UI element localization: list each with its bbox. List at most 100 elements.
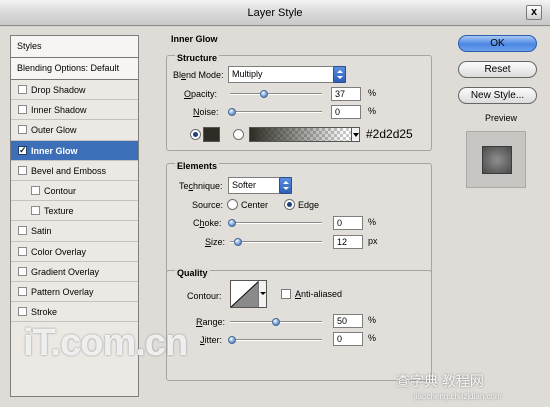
- style-item-contour[interactable]: Contour: [11, 181, 138, 202]
- contour-picker[interactable]: [230, 280, 267, 308]
- new-style-button[interactable]: New Style...: [458, 87, 537, 104]
- jitter-unit: %: [368, 333, 377, 343]
- watermark-url: jiaocheng.chazidian.com: [414, 392, 502, 401]
- chevron-updown-icon: [279, 177, 292, 194]
- size-unit: px: [368, 236, 378, 246]
- style-item-stroke[interactable]: Stroke: [11, 302, 138, 323]
- range-input[interactable]: 50: [333, 314, 363, 328]
- style-checkbox[interactable]: [18, 85, 27, 94]
- jitter-label: Jitter:: [200, 335, 223, 345]
- blending-options-item[interactable]: Blending Options: Default: [11, 58, 138, 80]
- style-checkbox[interactable]: [31, 185, 40, 195]
- blend-mode-label: Blend Mode:: [173, 70, 224, 80]
- style-checkbox[interactable]: [31, 206, 40, 216]
- source-edge-radio[interactable]: [284, 199, 295, 210]
- reset-button[interactable]: Reset: [458, 61, 537, 78]
- size-track: [230, 241, 322, 243]
- range-slider[interactable]: [230, 318, 322, 326]
- noise-label: Noise:: [193, 107, 219, 117]
- preview-thumbnail: [466, 131, 526, 188]
- preview-label[interactable]: Preview: [485, 113, 517, 123]
- glow-color-swatch[interactable]: [203, 127, 220, 142]
- anti-aliased-checkbox[interactable]: [281, 289, 291, 299]
- range-label: Range:: [196, 317, 226, 327]
- style-checkbox[interactable]: [18, 165, 27, 175]
- close-icon: x: [530, 6, 538, 18]
- opacity-input[interactable]: 37: [331, 87, 361, 101]
- style-checkbox[interactable]: [18, 286, 27, 296]
- style-item-satin[interactable]: Satin: [11, 221, 138, 242]
- technique-value: Softer: [232, 180, 257, 190]
- watermark-site: 查字典 教程网: [396, 373, 484, 389]
- gradient-dropdown-icon[interactable]: [351, 127, 360, 142]
- style-item-gradient-overlay[interactable]: Gradient Overlay: [11, 262, 138, 282]
- solid-color-radio[interactable]: [190, 129, 201, 140]
- ok-button[interactable]: OK: [458, 35, 537, 52]
- style-checkbox[interactable]: [18, 246, 27, 256]
- noise-track: [230, 111, 322, 113]
- choke-thumb[interactable]: [227, 219, 236, 227]
- style-item-inner-glow[interactable]: ✓ Inner Glow: [11, 140, 138, 161]
- range-thumb[interactable]: [272, 318, 280, 326]
- choke-slider[interactable]: [227, 219, 322, 227]
- style-checkbox[interactable]: [18, 105, 27, 115]
- size-slider[interactable]: [230, 238, 322, 246]
- elements-legend: Elements: [175, 161, 220, 171]
- style-item-label: Bevel and Emboss: [31, 165, 107, 176]
- size-thumb[interactable]: [234, 238, 243, 246]
- style-checkbox[interactable]: [18, 266, 27, 276]
- contour-dropdown-icon[interactable]: [258, 281, 266, 307]
- jitter-slider[interactable]: [227, 336, 322, 344]
- opacity-slider[interactable]: [230, 90, 322, 98]
- style-item-label: Drop Shadow: [31, 85, 86, 95]
- style-item-bevel-and-emboss[interactable]: Bevel and Emboss: [11, 161, 138, 181]
- style-checkbox[interactable]: [18, 125, 27, 135]
- style-item-inner-shadow[interactable]: Inner Shadow: [11, 100, 138, 121]
- style-item-label: Outer Glow: [31, 125, 77, 136]
- preview-swatch: [482, 146, 512, 174]
- opacity-track: [230, 93, 322, 95]
- source-center-radio[interactable]: [227, 199, 238, 210]
- style-checkbox[interactable]: [18, 226, 27, 236]
- style-item-label: Stroke: [31, 307, 58, 318]
- style-item-label: Color Overlay: [31, 246, 87, 257]
- style-item-label: Gradient Overlay: [31, 266, 100, 277]
- dialog-body: Styles Blending Options: Default Drop Sh…: [0, 27, 550, 407]
- opacity-unit: %: [368, 88, 377, 98]
- blend-mode-value: Multiply: [232, 69, 263, 79]
- style-checkbox[interactable]: ✓: [18, 145, 27, 155]
- style-item-pattern-overlay[interactable]: Pattern Overlay: [11, 282, 138, 303]
- color-hex-label: #2d2d25: [366, 127, 413, 141]
- style-checkbox[interactable]: [18, 307, 27, 317]
- style-item-drop-shadow[interactable]: Drop Shadow: [11, 80, 138, 101]
- anti-aliased-label[interactable]: Anti-aliased: [295, 289, 342, 299]
- title-bar: Layer Style x: [0, 0, 550, 26]
- style-item-label: Contour: [44, 185, 77, 196]
- jitter-input[interactable]: 0: [333, 332, 363, 346]
- technique-select[interactable]: Softer: [228, 177, 292, 194]
- noise-slider[interactable]: [227, 108, 322, 116]
- style-item-label: Inner Shadow: [31, 105, 87, 116]
- choke-input[interactable]: 0: [333, 216, 363, 230]
- close-button[interactable]: x: [526, 5, 542, 20]
- style-item-label: Satin: [31, 226, 52, 237]
- source-center-label[interactable]: Center: [241, 200, 268, 210]
- source-label: Source:: [192, 200, 224, 210]
- source-edge-label[interactable]: Edge: [298, 200, 319, 210]
- style-item-color-overlay[interactable]: Color Overlay: [11, 242, 138, 262]
- style-item-texture[interactable]: Texture: [11, 201, 138, 222]
- noise-input[interactable]: 0: [331, 105, 361, 119]
- size-label: Size:: [205, 237, 226, 247]
- style-item-label: Pattern Overlay: [31, 286, 94, 297]
- gradient-radio[interactable]: [233, 129, 244, 140]
- size-input[interactable]: 12: [333, 235, 363, 249]
- blend-mode-select[interactable]: Multiply: [228, 66, 346, 83]
- gradient-picker[interactable]: [249, 127, 352, 142]
- styles-header[interactable]: Styles: [11, 36, 138, 58]
- noise-thumb[interactable]: [227, 108, 236, 116]
- structure-legend: Structure: [175, 53, 220, 63]
- contour-label: Contour:: [187, 291, 222, 301]
- style-item-outer-glow[interactable]: Outer Glow: [11, 120, 138, 141]
- jitter-thumb[interactable]: [227, 336, 236, 344]
- opacity-thumb[interactable]: [260, 90, 269, 98]
